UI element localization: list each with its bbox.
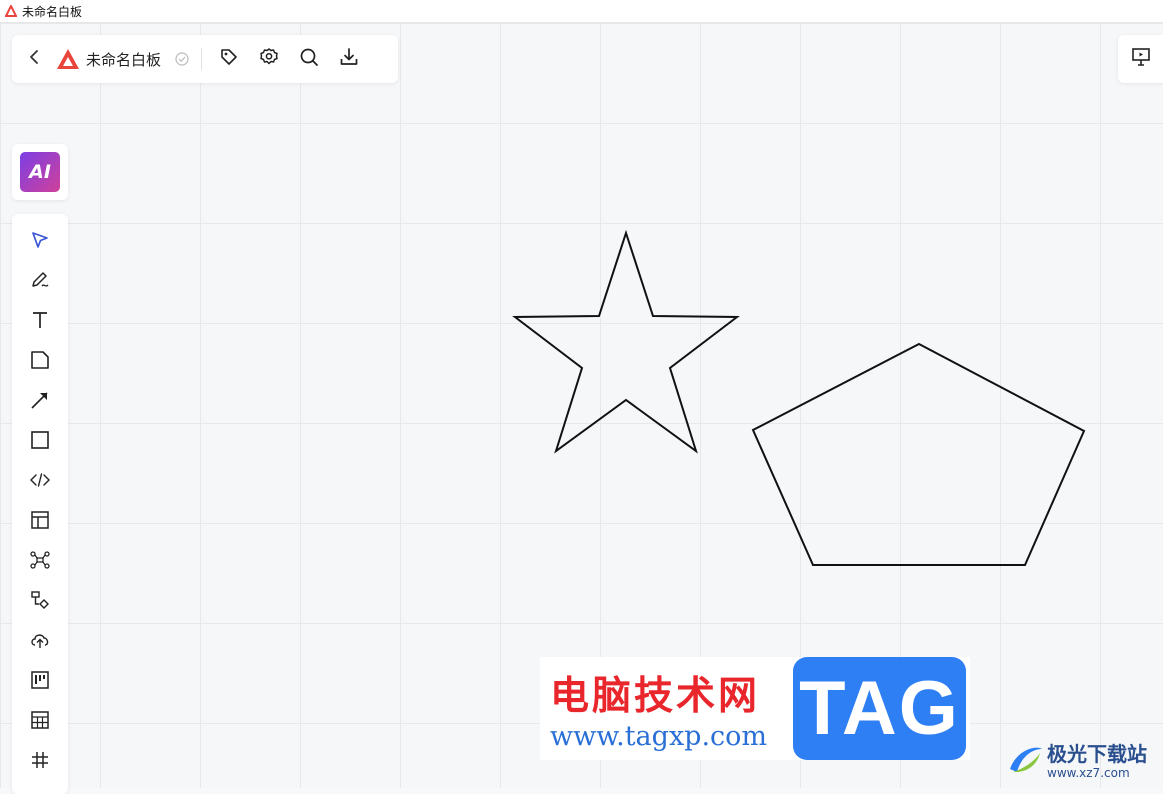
download-button[interactable]: [336, 46, 362, 72]
back-icon: [27, 49, 43, 69]
layout-tool[interactable]: [26, 508, 54, 536]
text-tool[interactable]: [26, 308, 54, 336]
tag-icon: [219, 47, 239, 71]
frame-tool[interactable]: [26, 748, 54, 776]
toolbar-divider: [201, 48, 203, 70]
upload-tool[interactable]: [26, 628, 54, 656]
rectangle-icon: [29, 429, 51, 455]
arrow-tool[interactable]: [26, 388, 54, 416]
kanban-icon: [29, 669, 51, 695]
tag-button[interactable]: [216, 46, 242, 72]
star-shape[interactable]: [512, 229, 740, 454]
doc-title[interactable]: 未命名白板: [86, 49, 161, 70]
watermark-banner: 电脑技术网 www.tagxp.com TAG: [540, 657, 970, 760]
note-icon: [29, 349, 51, 375]
layout-icon: [29, 509, 51, 535]
pointer-icon: [29, 229, 51, 255]
code-icon: [29, 469, 51, 495]
kanban-tool[interactable]: [26, 668, 54, 696]
search-icon: [299, 47, 319, 71]
watermark-url: www.tagxp.com: [550, 721, 768, 752]
table-tool[interactable]: [26, 708, 54, 736]
pen-icon: [29, 269, 51, 295]
corner-watermark: 极光下载站 www.xz7.com: [1003, 733, 1163, 788]
corner-watermark-url: www.xz7.com: [1047, 766, 1130, 780]
corner-watermark-text: 极光下载站: [1047, 742, 1147, 766]
sticky-note-tool[interactable]: [26, 348, 54, 376]
ai-button[interactable]: AI: [20, 152, 60, 192]
pen-tool[interactable]: [26, 268, 54, 296]
top-toolbar: 未命名白板: [12, 35, 398, 83]
aurora-logo-icon: [1007, 739, 1045, 781]
select-tool[interactable]: [26, 228, 54, 256]
table-icon: [29, 709, 51, 735]
presentation-icon: [1130, 46, 1152, 72]
watermark-cn-text: 电脑技术网: [550, 674, 761, 719]
left-toolbar: [12, 214, 68, 794]
back-button[interactable]: [22, 46, 48, 72]
mindmap-icon: [29, 549, 51, 575]
search-button[interactable]: [296, 46, 322, 72]
watermark-tag-logo: TAG: [793, 657, 966, 760]
saved-check-icon: [175, 52, 189, 66]
pentagon-shape[interactable]: [751, 342, 1086, 566]
logo-icon: [56, 48, 80, 70]
settings-button[interactable]: [256, 46, 282, 72]
presentation-button[interactable]: [1118, 35, 1163, 83]
gear-icon: [259, 47, 279, 71]
ai-panel: AI: [12, 144, 68, 200]
flowchart-tool[interactable]: [26, 588, 54, 616]
text-icon: [29, 309, 51, 335]
flowchart-icon: [29, 589, 51, 615]
upload-icon: [29, 629, 51, 655]
frame-icon: [29, 749, 51, 775]
code-tool[interactable]: [26, 468, 54, 496]
rectangle-tool[interactable]: [26, 428, 54, 456]
mindmap-tool[interactable]: [26, 548, 54, 576]
download-icon: [339, 47, 359, 71]
arrow-icon: [29, 389, 51, 415]
